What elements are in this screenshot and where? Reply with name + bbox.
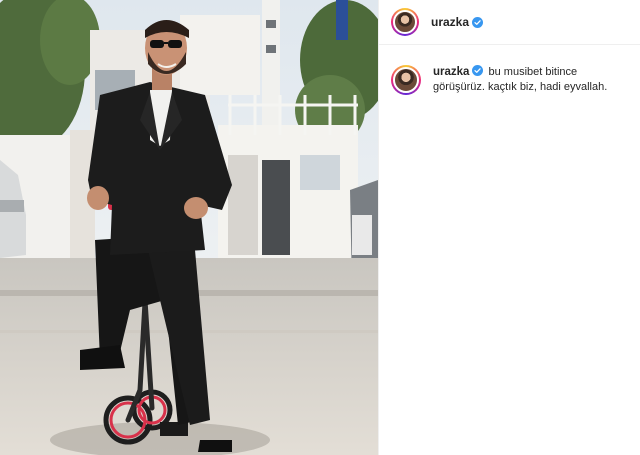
- man-on-bicycle-image: [0, 0, 378, 455]
- caption-comment: urazka bu musibet bitince görüşürüz. kaç…: [379, 45, 640, 95]
- post-sidebar: urazka urazka bu musibet bitince görüşür…: [378, 0, 640, 455]
- verified-badge-icon: [472, 16, 484, 28]
- avatar-photo: [393, 67, 419, 93]
- avatar-photo: [393, 10, 417, 34]
- verified-badge-icon: [472, 65, 484, 76]
- header-username[interactable]: urazka: [431, 15, 469, 29]
- caption-body: urazka bu musibet bitince görüşürüz. kaç…: [433, 65, 628, 95]
- post-photo[interactable]: [0, 0, 378, 455]
- post-header: urazka: [379, 0, 640, 45]
- caption-avatar[interactable]: [391, 65, 421, 95]
- caption-username[interactable]: urazka: [433, 66, 469, 78]
- profile-avatar[interactable]: [391, 8, 419, 36]
